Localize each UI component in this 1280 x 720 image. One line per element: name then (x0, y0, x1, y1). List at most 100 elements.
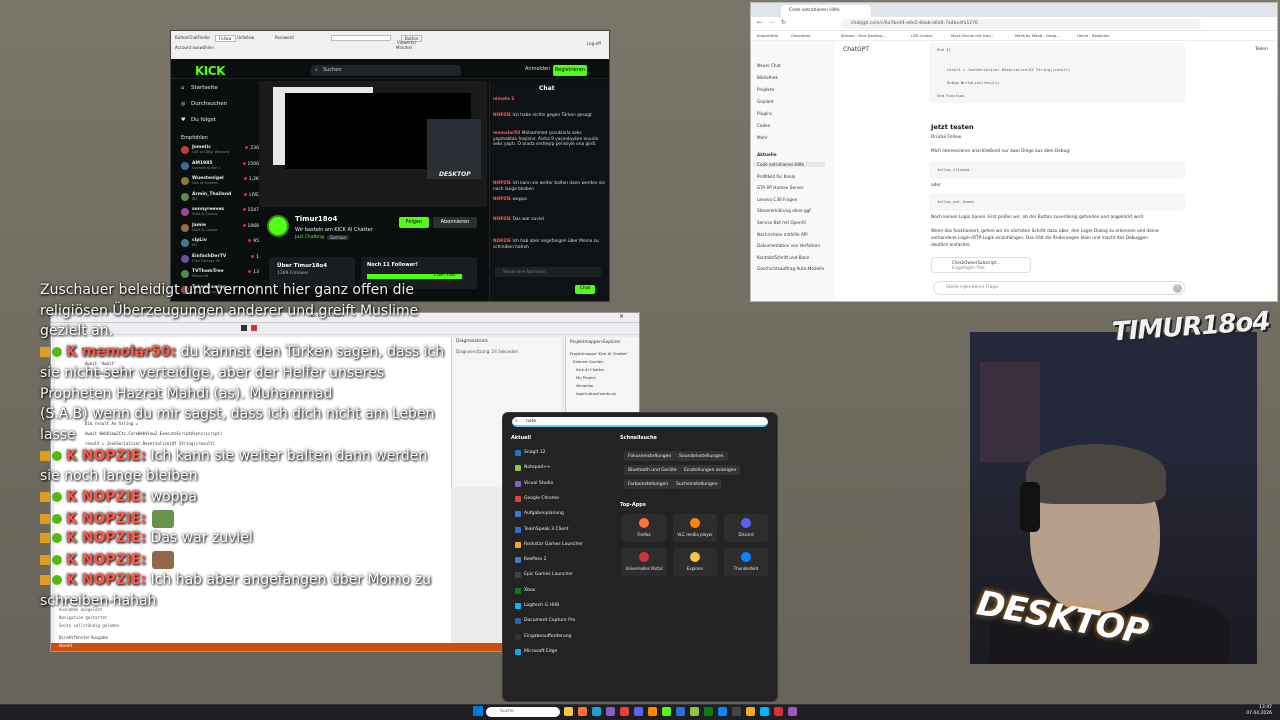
bookmark[interactable]: Gesamten (791, 33, 811, 38)
sidebar-item[interactable]: Geplant (757, 99, 774, 104)
sidebar-item[interactable]: Neuer Chat (757, 63, 781, 68)
start-app-item[interactable]: KeePass 2 (512, 554, 612, 566)
start-app-item[interactable]: TeamSpeak 3 Client (512, 524, 612, 536)
address-bar[interactable]: chatgpt.com/c/6a7be44-e6e5-8dab-a6d0-7a4… (841, 19, 1201, 29)
recommended-channel[interactable]: Wuestenigel Sea of Thieves 1,2K (181, 176, 261, 186)
top-app-tile[interactable]: Firefox (622, 514, 666, 542)
browser-tab[interactable]: Code extrahieren Hilfe (781, 5, 871, 17)
prompt-input[interactable]: Stelle irgendeine Frage (933, 281, 1185, 295)
channel-name[interactable]: Timur18o4 (295, 215, 337, 223)
nav-home[interactable]: Startseite (191, 85, 218, 91)
start-app-item[interactable]: Microsoft Edge (512, 646, 612, 658)
solution-item[interactable]: Verweise (576, 383, 593, 388)
reload-icon[interactable]: ↻ (781, 19, 786, 26)
browser-window[interactable]: Code extrahieren Hilfe ← → ↻ chatgpt.com… (750, 2, 1278, 302)
recent-chat-item[interactable]: Profilbild für Kanal (757, 174, 795, 179)
bookmark[interactable]: Most-frische mit frau... (951, 33, 994, 38)
solution-item[interactable]: Externe Quellen (573, 359, 604, 364)
bookmark[interactable]: Mails by Mdab - Gadg... (1015, 33, 1060, 38)
clock[interactable]: 13:47 07.04.2026 (1226, 705, 1272, 717)
explorer-icon[interactable] (564, 707, 573, 716)
send-icon[interactable]: ↑ (1173, 284, 1182, 293)
recent-chat-item[interactable]: Steuererklärung ohne ggf. (757, 208, 812, 213)
obs-icon[interactable] (774, 707, 783, 716)
recommended-channel[interactable]: sonnyreeves Slots & Casino 1547 (181, 207, 261, 217)
subscribe-button[interactable]: Abonnieren (433, 217, 477, 228)
chat-send-button[interactable]: Chat (575, 285, 595, 294)
solution-item[interactable]: Kick AI Chatter (576, 367, 604, 372)
epic-games-icon[interactable] (732, 707, 741, 716)
chat-input[interactable]: Sende eine Nachricht (495, 267, 601, 277)
start-search-input[interactable]: note (512, 417, 768, 427)
recent-chat-item[interactable]: Code extrahieren Hilfe (753, 162, 825, 167)
recommended-channel[interactable]: Jamie Slots & Casino 1068 (181, 223, 261, 233)
quick-search-button[interactable]: Fokuseinstellungen (624, 451, 676, 461)
account-select[interactable] (331, 35, 391, 41)
recent-chat-item[interactable]: Lenovo C30 Fragen (757, 197, 797, 202)
quick-search-button[interactable]: Sucheinstellungen (672, 479, 722, 489)
quick-search-button[interactable]: Einstellungen anzeigen (680, 465, 741, 475)
logitech-icon[interactable] (760, 707, 769, 716)
start-app-item[interactable]: Eingabeaufforderung (512, 631, 612, 643)
recommended-channel[interactable]: AM1985 Counter-Strike 2 1500 (181, 161, 261, 171)
teamspeak-icon[interactable] (676, 707, 685, 716)
top-app-tile[interactable]: Universelles Portal (622, 548, 666, 576)
nav-following[interactable]: Du folgst (191, 117, 216, 123)
top-app-tile[interactable]: Explorer (673, 548, 717, 576)
rockstar-icon[interactable] (746, 707, 755, 716)
stop-icon[interactable] (251, 325, 257, 331)
kick-logo[interactable]: KICK (195, 64, 225, 78)
stream-video[interactable]: DESKTOP (259, 81, 487, 207)
follow-tool-button[interactable]: Follow (215, 35, 236, 42)
recent-chat-item[interactable]: Kontakt/Schrift und Bann (757, 255, 809, 260)
start-app-item[interactable]: Rockstar Games Launcher (512, 539, 612, 551)
register-button[interactable]: Registrieren (553, 65, 587, 76)
start-app-item[interactable]: Xbox (512, 585, 612, 597)
firefox-icon[interactable] (578, 707, 587, 716)
vlc-icon[interactable] (648, 707, 657, 716)
back-icon[interactable]: ← (757, 19, 762, 26)
sidebar-item[interactable]: Projekte (757, 87, 774, 92)
solution-item[interactable]: My Project (576, 375, 596, 380)
nav-browse[interactable]: Durchsuchen (191, 101, 227, 107)
start-app-item[interactable]: Snagit 12 (512, 447, 612, 459)
recent-chat-item[interactable]: GTA RP Human Server (757, 185, 803, 190)
bookmark[interactable]: Home - Bezahlen (1077, 33, 1109, 38)
quick-search-button[interactable]: Soundeinstellungen (675, 451, 728, 461)
sidebar-item[interactable]: Mehr (757, 135, 768, 140)
recommended-channel[interactable]: Jometic Call of Duty: Warzone 230 (181, 145, 261, 155)
sidebar-item[interactable]: Plugins (757, 111, 772, 116)
start-app-item[interactable]: Visual Studio (512, 478, 612, 490)
recommended-channel[interactable]: EinfachDerTV Final Fantasy VII 1 (181, 254, 261, 264)
recommended-channel[interactable]: TVThomTree Minecraft 13 (181, 269, 261, 279)
thunderbird-icon[interactable] (718, 707, 727, 716)
stream-category[interactable]: Just Chatting (295, 235, 324, 240)
kick-search-input[interactable]: Suchen (311, 65, 461, 76)
solution-item[interactable]: ApplicationEvents.vb (576, 391, 616, 396)
bookmark[interactable]: LSD Center (911, 33, 932, 38)
recent-chat-item[interactable]: Geschichtsauftrag Auto-Modelle (757, 266, 824, 271)
unfollow-checkbox[interactable]: Unfollow (237, 35, 254, 40)
recommended-channel[interactable]: Armin_Thailand IRL LIVE (181, 192, 261, 202)
login-link[interactable]: Anmelden (525, 66, 550, 72)
start-app-item[interactable]: Aufgabenplanung (512, 508, 612, 520)
chrome-icon[interactable] (620, 707, 629, 716)
start-app-item[interactable]: Google Chrome (512, 493, 612, 505)
quick-search-button[interactable]: Bluetooth und Geräte (624, 465, 681, 475)
recent-chat-item[interactable]: Dokumentation von Verfahren (757, 243, 820, 248)
notepadpp-icon[interactable] (690, 707, 699, 716)
chatgpt-model-title[interactable]: ChatGPT (843, 46, 869, 53)
forward-icon[interactable]: → (769, 19, 774, 26)
sidebar-item[interactable]: Bibliothek (757, 75, 778, 80)
discord-icon[interactable] (634, 707, 643, 716)
start-app-item[interactable]: Document Capture Pro (512, 615, 612, 627)
pause-icon[interactable] (241, 325, 247, 331)
share-button[interactable]: Teilen (1255, 47, 1268, 52)
recommended-channel[interactable]: clpLiv IRL 95 (181, 238, 261, 248)
taskbar-search[interactable]: Suche (486, 707, 560, 717)
follow-button[interactable]: Folgen (399, 217, 429, 228)
recent-chat-item[interactable]: Service Bot mit OpenAI (757, 220, 806, 225)
attached-file[interactable]: CheckOwnerSubscript... Eingefügter Text (931, 257, 1031, 273)
tab-output[interactable]: Ausgabe (91, 635, 108, 640)
top-app-tile[interactable]: VLC media player (673, 514, 717, 542)
